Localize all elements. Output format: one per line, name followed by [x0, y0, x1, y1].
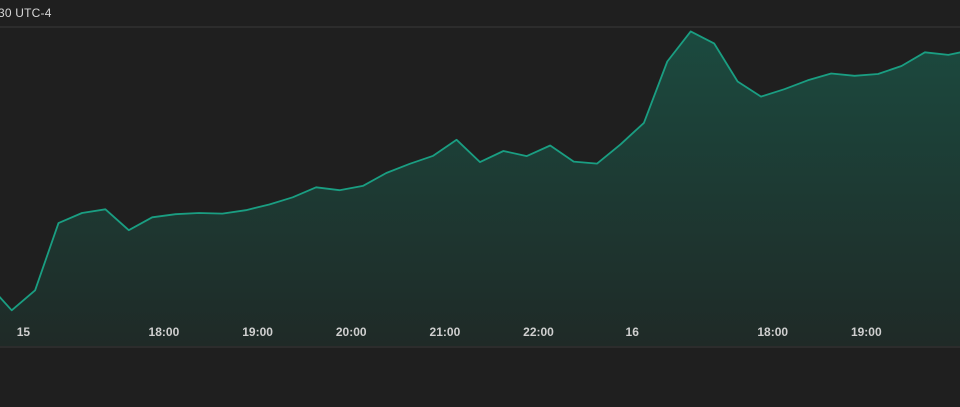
- x-tick-label: 18:00: [757, 325, 788, 339]
- x-tick-label: 15: [17, 325, 31, 339]
- x-tick-label: 19:00: [851, 325, 882, 339]
- x-tick-label: 19:00: [242, 325, 273, 339]
- x-tick-label: 21:00: [430, 325, 461, 339]
- x-tick-label: 20:00: [336, 325, 367, 339]
- x-tick-label: 18:00: [149, 325, 180, 339]
- x-tick-label: 16: [626, 325, 640, 339]
- price-area-chart: 15 18:00 19:00 20:00 21:00 22:00 16 18:00 19:00: [0, 26, 960, 348]
- x-tick-label: 22:00: [523, 325, 554, 339]
